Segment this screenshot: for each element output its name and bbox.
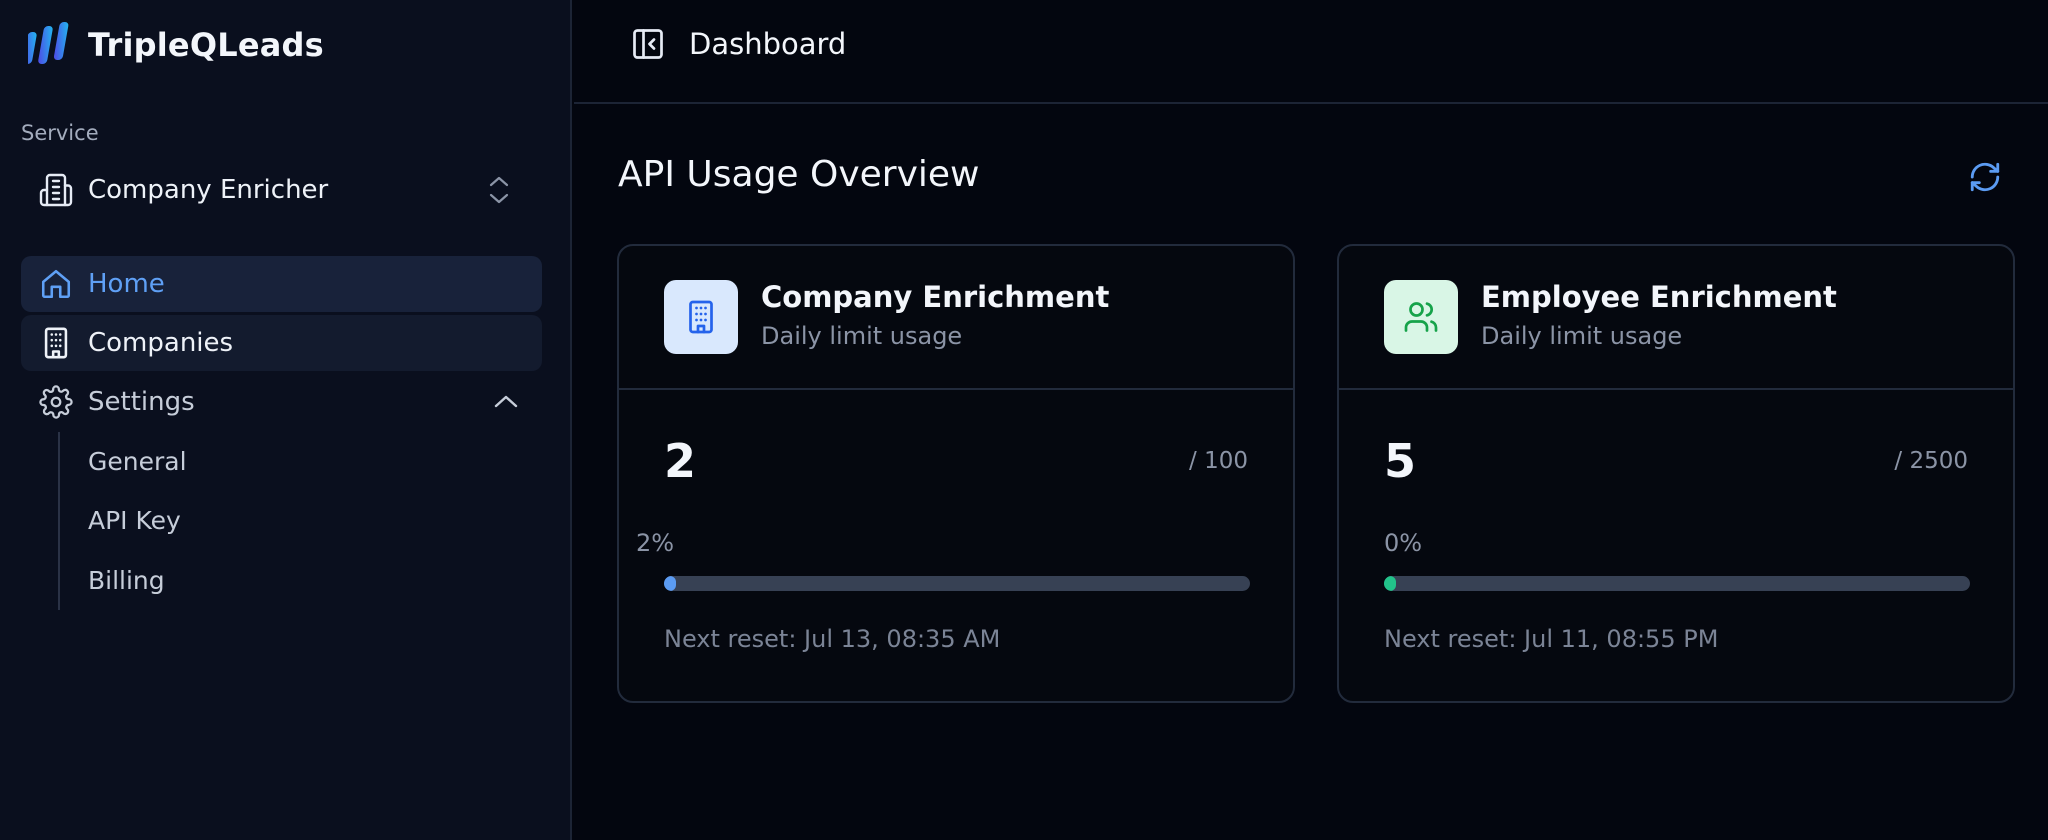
brand-logo-icon [28, 22, 69, 64]
brand[interactable]: TripleQLeads [28, 22, 324, 68]
usage-limit: / 100 [1189, 448, 1248, 474]
sidebar-item-companies[interactable]: Companies [21, 315, 542, 371]
app-window: TripleQLeads Service Company Enricher Ho… [0, 0, 2048, 840]
usage-progress-bar [664, 576, 1250, 591]
sidebar-item-home[interactable]: Home [21, 256, 542, 312]
subnav-divider [58, 432, 60, 610]
top-header: Dashboard [574, 0, 2048, 104]
sidebar-item-label: Settings [88, 387, 195, 417]
card-header: Company Enrichment Daily limit usage [619, 246, 1293, 390]
chevrons-up-down-icon [489, 176, 509, 204]
usage-value: 2 [664, 434, 697, 488]
chevron-up-icon[interactable] [492, 391, 520, 411]
card-icon-box [1384, 280, 1458, 354]
card-subtitle: Daily limit usage [1481, 322, 1683, 350]
usage-percent: 2% [636, 529, 675, 557]
reset-time: Next reset: Jul 13, 08:35 AM [664, 625, 1001, 653]
card-title: Employee Enrichment [1481, 280, 1837, 314]
sidebar: TripleQLeads Service Company Enricher Ho… [0, 0, 572, 840]
service-select[interactable]: Company Enricher [21, 162, 536, 218]
usage-value: 5 [1384, 434, 1417, 488]
building-icon [44, 327, 68, 359]
sidebar-subitem-api-key[interactable]: API Key [88, 504, 181, 538]
page-header-title: Dashboard [689, 27, 847, 61]
sidebar-toggle-icon[interactable] [630, 26, 666, 62]
service-label: Service [21, 121, 99, 145]
sidebar-item-label: Home [88, 269, 165, 299]
usage-progress-fill [664, 576, 676, 591]
card-subtitle: Daily limit usage [761, 322, 963, 350]
sidebar-subitem-general[interactable]: General [88, 445, 187, 479]
service-select-value: Company Enricher [88, 175, 329, 205]
card-header: Employee Enrichment Daily limit usage [1339, 246, 2013, 390]
home-icon [41, 269, 71, 299]
usage-progress-bar [1384, 576, 1970, 591]
building-icon [39, 173, 73, 207]
gear-icon [39, 385, 73, 419]
brand-name: TripleQLeads [88, 26, 324, 64]
usage-card-company: Company Enrichment Daily limit usage 2 /… [617, 244, 1295, 703]
page-title: API Usage Overview [618, 154, 980, 195]
users-icon [1404, 302, 1438, 332]
sidebar-item-label: Companies [88, 328, 234, 358]
usage-progress-fill [1384, 576, 1396, 591]
card-title: Company Enrichment [761, 280, 1110, 314]
refresh-icon[interactable] [1968, 160, 2002, 194]
usage-percent: 0% [1384, 529, 1423, 557]
usage-limit: / 2500 [1894, 448, 1968, 474]
sidebar-item-settings[interactable]: Settings [21, 374, 542, 430]
card-icon-box [664, 280, 738, 354]
sidebar-subitem-billing[interactable]: Billing [88, 564, 165, 598]
usage-card-employee: Employee Enrichment Daily limit usage 5 … [1337, 244, 2015, 703]
reset-time: Next reset: Jul 11, 08:55 PM [1384, 625, 1719, 653]
building-icon [689, 300, 713, 334]
